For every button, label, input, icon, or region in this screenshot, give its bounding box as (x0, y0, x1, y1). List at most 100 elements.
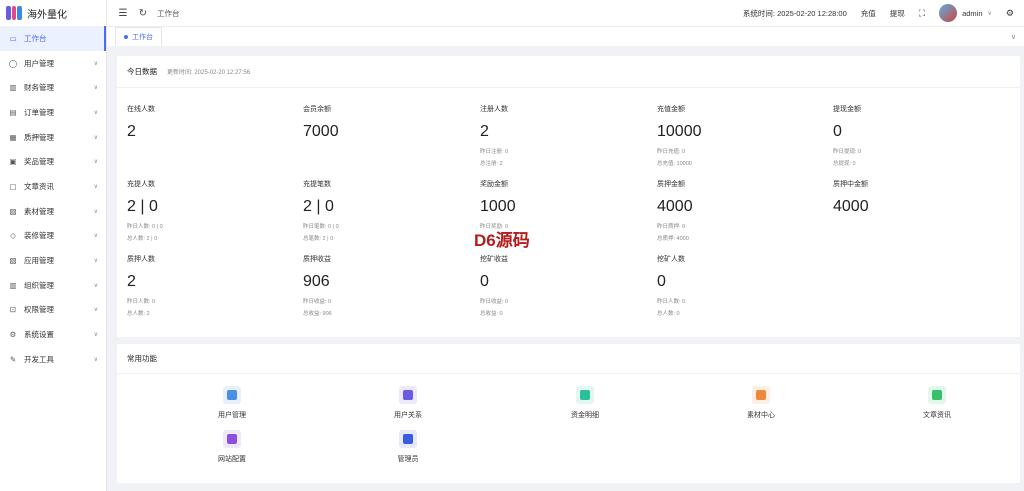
stat-label: 质押金额 (657, 181, 685, 188)
chart-icon: ▥ (9, 83, 17, 93)
sidebar-item[interactable]: ▨ 素材管理 ∨ (0, 199, 106, 224)
today-data-card: 今日数据 更新时间: 2025-02-20 12:27:56 在线人数 2 会员余额… (117, 56, 1020, 337)
sidebar-item[interactable]: ⊡ 权限管理 ∨ (0, 298, 106, 323)
stat-sub: 昨日人数: 0 (127, 299, 156, 305)
stat-value: 4000 (657, 198, 693, 215)
sidebar-item-label: 组织管理 (24, 280, 54, 290)
pledge-icon: ▦ (9, 132, 17, 142)
system-time: 系统时间: 2025-02-20 12:28:00 (742, 8, 847, 18)
sidebar-item[interactable]: ⚙ 系统设置 ∨ (0, 322, 106, 347)
chevron-down-icon: ∨ (93, 282, 98, 289)
stat-label: 质押人数 (127, 256, 155, 263)
site-config-icon (223, 430, 241, 448)
tool-icon: ✎ (9, 354, 17, 364)
sidebar-item-label: 质押管理 (24, 132, 54, 142)
function-label: 资金明细 (571, 412, 599, 419)
stat-label: 会员余额 (303, 106, 331, 113)
function-item[interactable]: 素材中心 (731, 386, 791, 420)
refresh-icon[interactable]: ↻ (137, 7, 149, 19)
stat-sub: 总收益: 906 (303, 311, 332, 317)
stat-item: 质押中金额 4000 (833, 179, 993, 216)
user-menu[interactable]: admin ∨ (939, 4, 992, 22)
chevron-down-icon: ∨ (93, 208, 98, 215)
username: admin (962, 8, 983, 18)
function-label: 网站配置 (218, 456, 246, 463)
sidebar-item-label: 装修管理 (24, 231, 54, 241)
stat-value: 0 (657, 273, 666, 290)
sidebar-item[interactable]: ▦ 质押管理 ∨ (0, 125, 106, 150)
sidebar-item[interactable]: ✎ 开发工具 ∨ (0, 347, 106, 372)
stat-sub: 总人数: 2 (127, 311, 150, 317)
sidebar-item[interactable]: ▭ 工作台 (0, 26, 106, 51)
function-item[interactable]: 用户关系 (378, 386, 438, 420)
funds-icon (576, 386, 594, 404)
article-news-icon (928, 386, 946, 404)
chevron-down-icon: ∨ (987, 10, 992, 17)
function-item[interactable]: 用户管理 (202, 386, 262, 420)
recharge-button[interactable]: 充值 (861, 8, 876, 19)
active-dot-icon (124, 35, 128, 39)
function-item[interactable]: 文章资讯 (907, 386, 967, 420)
stat-label: 挖矿收益 (480, 256, 508, 263)
stat-item: 会员余额 7000 (303, 104, 463, 141)
stat-value: 1000 (480, 198, 516, 215)
stat-sub: 昨日注册: 0 (480, 149, 509, 155)
chevron-down-icon: ∨ (93, 159, 98, 166)
sidebar-item[interactable]: ▥ 财务管理 ∨ (0, 75, 106, 100)
menu-toggle-icon[interactable]: ☰ (117, 7, 129, 19)
sidebar-item[interactable]: ▢ 文章资讯 ∨ (0, 174, 106, 199)
stat-value: 0 (833, 123, 842, 140)
sidebar-item-label: 权限管理 (24, 305, 54, 315)
stat-sub: 总人数: 2 | 0 (127, 236, 158, 242)
org-icon: ▥ (9, 280, 17, 290)
chevron-down-icon: ∨ (93, 109, 98, 116)
function-label: 用户关系 (394, 412, 422, 419)
gear-icon: ⚙ (9, 330, 17, 340)
avatar (939, 4, 958, 22)
sidebar-item[interactable]: ▤ 订单管理 ∨ (0, 100, 106, 125)
logo[interactable]: 海外量化 (0, 0, 106, 26)
chevron-down-icon: ∨ (93, 60, 98, 67)
sidebar: 海外量化 ▭ 工作台 ◯ 用户管理 ∨ ▥ 财务管理 ∨ ▤ 订单管理 ∨ ▦ 质押管理 ∨ ▣ 奖品管理 ∨ ▢… (0, 0, 107, 491)
stat-sub: 昨日笔数: 0 | 0 (303, 224, 339, 230)
chevron-down-icon[interactable]: ∨ (1011, 33, 1016, 41)
sidebar-item-label: 开发工具 (24, 354, 54, 364)
sidebar-item-label: 奖品管理 (24, 157, 54, 167)
sidebar-item[interactable]: ▧ 应用管理 ∨ (0, 248, 106, 273)
common-functions-card: 常用功能 用户管理 用户关系 资金明细 素材中心 文章资讯 网站配置 管理员 (117, 344, 1020, 483)
fullscreen-icon[interactable]: ⛶ (919, 8, 925, 19)
withdraw-button[interactable]: 提现 (890, 8, 905, 19)
stat-sub: 总注册: 2 (480, 161, 503, 167)
tab-workbench[interactable]: 工作台 (115, 27, 162, 46)
function-label: 文章资讯 (923, 412, 951, 419)
stat-sub: 总人数: 0 (657, 311, 680, 317)
tab-label: 工作台 (132, 34, 153, 41)
function-label: 用户管理 (218, 412, 246, 419)
chevron-down-icon: ∨ (93, 134, 98, 141)
app-name: 海外量化 (27, 9, 67, 21)
chevron-down-icon: ∨ (93, 307, 98, 314)
sidebar-item[interactable]: ▣ 奖品管理 ∨ (0, 149, 106, 174)
settings-icon[interactable]: ⚙ (1006, 8, 1014, 19)
sidebar-item[interactable]: ◇ 装修管理 ∨ (0, 224, 106, 249)
stat-value: 2 (480, 123, 489, 140)
function-item[interactable]: 网站配置 (202, 430, 262, 464)
sidebar-item-label: 文章资讯 (24, 181, 54, 191)
stat-label: 质押中金额 (833, 181, 868, 188)
stat-label: 注册人数 (480, 106, 508, 113)
stat-sub: 昨日收益: 0 (303, 299, 332, 305)
sidebar-item[interactable]: ◯ 用户管理 ∨ (0, 51, 106, 76)
stat-sub: 总提现: 0 (833, 161, 856, 167)
function-item[interactable]: 管理员 (378, 430, 438, 464)
tab-bar: 工作台 ∨ (107, 26, 1024, 46)
stat-item: 挖矿收益 0 昨日收益: 0 总收益: 0 (480, 254, 640, 317)
stat-item: 注册人数 2 昨日注册: 0 总注册: 2 (480, 104, 640, 167)
function-item[interactable]: 资金明细 (555, 386, 615, 420)
stat-item: 充提人数 2 | 0 昨日人数: 0 | 0 总人数: 2 | 0 (127, 179, 287, 242)
function-label: 管理员 (397, 456, 419, 463)
card-title: 今日数据 (127, 67, 157, 76)
sidebar-item[interactable]: ▥ 组织管理 ∨ (0, 273, 106, 298)
user-relation-icon (399, 386, 417, 404)
sidebar-item-label: 用户管理 (24, 58, 54, 68)
user-icon: ◯ (8, 58, 18, 68)
